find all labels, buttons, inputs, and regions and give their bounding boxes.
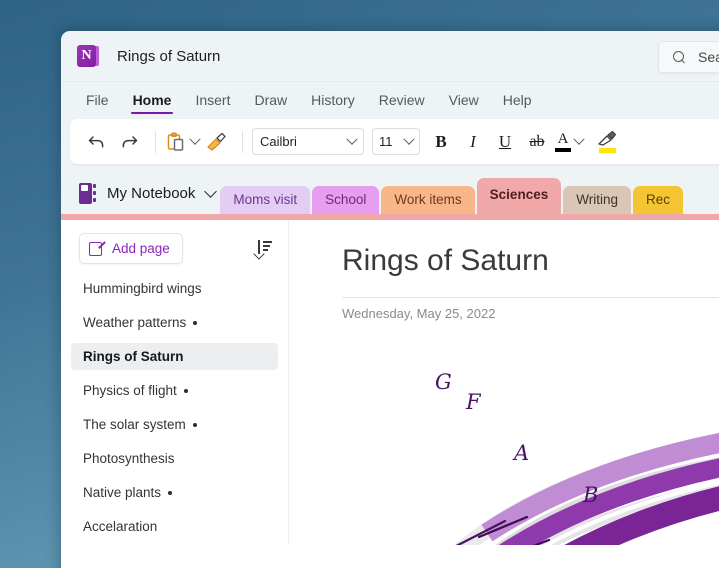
section-tab-writing[interactable]: Writing (563, 186, 631, 214)
font-name-value: Cailbri (260, 134, 348, 149)
tab-insert[interactable]: Insert (183, 82, 242, 119)
tab-view[interactable]: View (437, 82, 491, 119)
notebook-bar: My Notebook Moms visit School Work items… (61, 172, 719, 214)
page-pane: Add page Hummingbird wings Weather patte… (61, 220, 289, 545)
title-divider (342, 297, 719, 298)
onenote-logo-icon: N (77, 45, 99, 67)
page-label: Native plants (83, 485, 161, 500)
notebook-icon (79, 183, 96, 204)
page-label: Photosynthesis (83, 451, 175, 466)
section-tab-rec[interactable]: Rec (633, 186, 683, 214)
page-label: Rings of Saturn (83, 349, 184, 364)
page-canvas[interactable]: Rings of Saturn Wednesday, May 25, 2022 (289, 220, 719, 545)
page-label: The solar system (83, 417, 186, 432)
ring-label-b: B (583, 483, 598, 507)
chevron-down-icon (403, 133, 414, 144)
search-placeholder: Search (698, 49, 719, 65)
toolbar-divider (155, 131, 156, 153)
section-tab-moms-visit[interactable]: Moms visit (220, 186, 310, 214)
ring-label-g: G (435, 370, 452, 394)
font-color-button[interactable]: A (554, 126, 584, 158)
strikethrough-glyph: ab (529, 133, 544, 151)
page-label: Hummingbird wings (83, 281, 202, 296)
font-size-value: 11 (379, 134, 405, 149)
add-page-button[interactable]: Add page (79, 233, 183, 264)
chevron-down-icon (346, 133, 357, 144)
tab-file[interactable]: File (74, 82, 121, 119)
search-input[interactable]: Search (658, 41, 719, 73)
tab-draw[interactable]: Draw (242, 82, 299, 119)
document-title: Rings of Saturn (117, 48, 220, 65)
desktop-background: N Rings of Saturn Search File Home Inser… (0, 0, 719, 568)
section-tab-sciences[interactable]: Sciences (477, 178, 562, 214)
tab-help[interactable]: Help (491, 82, 544, 119)
paste-icon (165, 131, 187, 153)
page-pane-header: Add page (61, 233, 288, 263)
add-page-icon (89, 241, 104, 256)
page-label: Accelaration (83, 519, 157, 534)
search-icon (673, 51, 686, 64)
bold-glyph: B (435, 132, 446, 152)
notebook-picker[interactable]: My Notebook (61, 172, 215, 214)
format-painter-icon (204, 131, 228, 153)
list-item[interactable]: Accelaration (71, 513, 278, 540)
tab-history[interactable]: History (299, 82, 367, 119)
ring-label-a: A (514, 441, 529, 465)
list-item[interactable]: Physics of flight (71, 377, 278, 404)
font-color-icon: A (555, 132, 571, 152)
list-item[interactable]: Weather patterns (71, 309, 278, 336)
add-page-label: Add page (112, 241, 170, 256)
saturn-rings-diagram: G F A B (409, 395, 719, 545)
tab-home[interactable]: Home (121, 82, 184, 119)
main-area: Add page Hummingbird wings Weather patte… (61, 220, 719, 545)
tab-review[interactable]: Review (367, 82, 437, 119)
notebook-name: My Notebook (107, 185, 195, 202)
chevron-down-icon[interactable] (573, 133, 584, 144)
font-name-select[interactable]: Cailbri (252, 128, 364, 155)
unread-dot-icon (193, 321, 197, 325)
underline-glyph: U (499, 132, 511, 152)
page-title[interactable]: Rings of Saturn (342, 244, 549, 278)
unread-dot-icon (184, 389, 188, 393)
undo-icon (86, 131, 108, 153)
italic-glyph: I (470, 132, 476, 152)
list-item[interactable]: Hummingbird wings (71, 275, 278, 302)
sort-icon[interactable] (254, 238, 274, 258)
highlight-button[interactable] (592, 126, 622, 158)
page-label: Physics of flight (83, 383, 177, 398)
page-list: Hummingbird wings Weather patterns Rings… (61, 275, 288, 540)
font-color-glyph: A (558, 132, 569, 147)
list-item[interactable]: Photosynthesis (71, 445, 278, 472)
toolbar-divider (242, 131, 243, 153)
chevron-down-icon[interactable] (205, 185, 218, 198)
list-item[interactable]: Native plants (71, 479, 278, 506)
list-item[interactable]: The solar system (71, 411, 278, 438)
ribbon-toolbar: Cailbri 11 B I U ab (70, 119, 719, 164)
underline-button[interactable]: U (490, 126, 520, 158)
paste-button[interactable] (165, 126, 199, 158)
highlighter-icon (597, 131, 617, 153)
chevron-down-icon[interactable] (189, 133, 200, 144)
ribbon-container: Cailbri 11 B I U ab (61, 119, 719, 172)
unread-dot-icon (168, 491, 172, 495)
page-date[interactable]: Wednesday, May 25, 2022 (342, 306, 495, 321)
redo-button[interactable] (114, 126, 144, 158)
title-bar: N Rings of Saturn Search (61, 31, 719, 81)
onenote-window: N Rings of Saturn Search File Home Inser… (61, 31, 719, 568)
ribbon-tab-bar: File Home Insert Draw History Review Vie… (61, 81, 719, 119)
redo-icon (118, 131, 140, 153)
section-tab-list: Moms visit School Work items Sciences Wr… (220, 172, 719, 214)
font-size-select[interactable]: 11 (372, 128, 420, 155)
page-label: Weather patterns (83, 315, 186, 330)
section-tab-school[interactable]: School (312, 186, 379, 214)
unread-dot-icon (193, 423, 197, 427)
format-painter-button[interactable] (201, 126, 231, 158)
undo-button[interactable] (82, 126, 112, 158)
ring-label-f: F (466, 390, 481, 414)
bold-button[interactable]: B (426, 126, 456, 158)
section-tab-work-items[interactable]: Work items (381, 186, 474, 214)
italic-button[interactable]: I (458, 126, 488, 158)
strikethrough-button[interactable]: ab (522, 126, 552, 158)
list-item[interactable]: Rings of Saturn (71, 343, 278, 370)
